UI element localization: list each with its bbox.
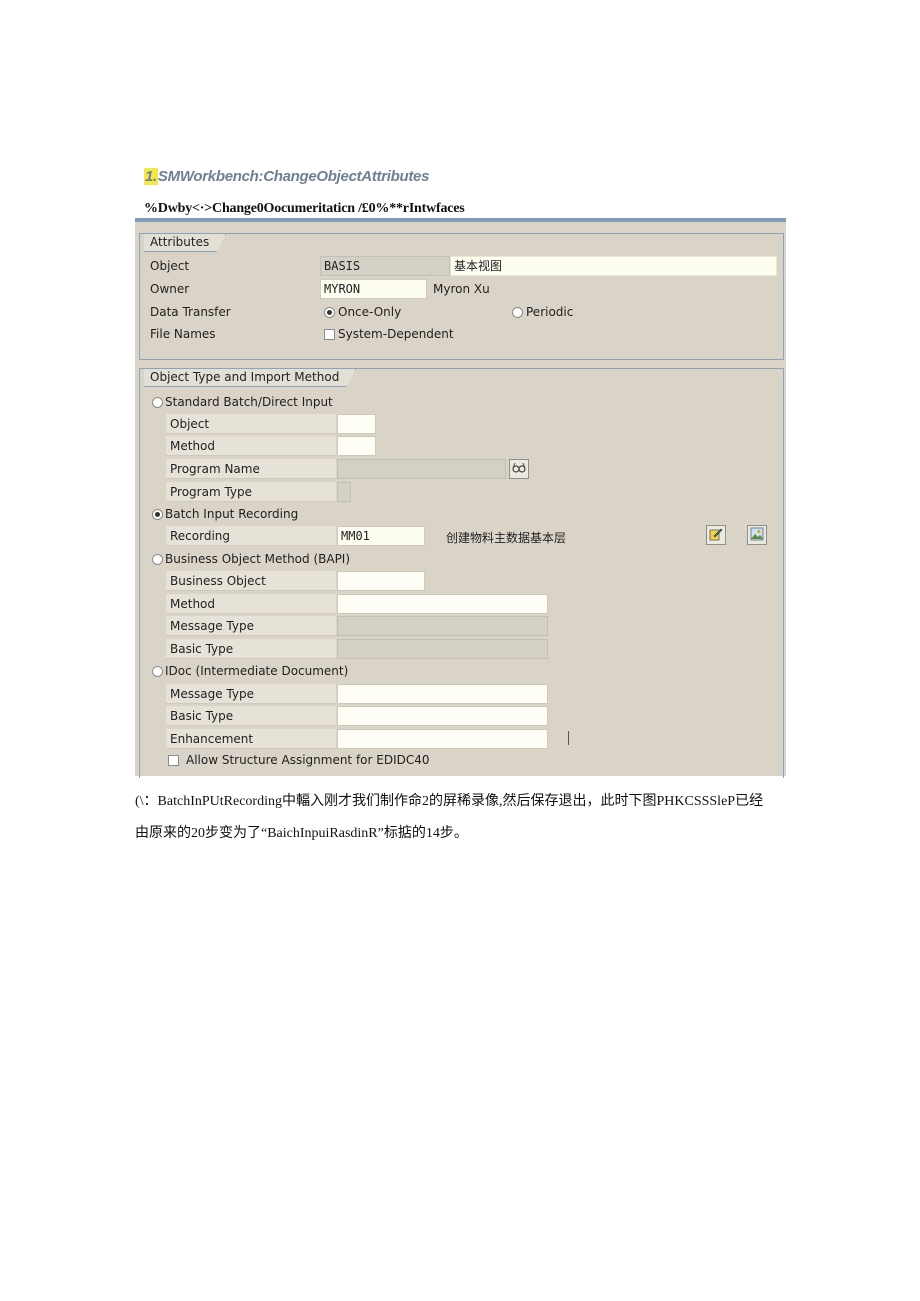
bapi-business-object-label: Business Object xyxy=(166,571,336,591)
glasses-icon xyxy=(512,462,526,477)
bapi-basic-type-field[interactable] xyxy=(337,639,548,659)
text-cursor xyxy=(568,731,569,745)
idoc-radio[interactable] xyxy=(152,666,163,677)
heading-number: 1. xyxy=(144,168,158,185)
file-names-label: File Names xyxy=(150,327,216,341)
batch-input-recording-radio[interactable] xyxy=(152,509,163,520)
object-description-field: 基本视图 xyxy=(450,256,777,276)
idoc-message-type-field[interactable] xyxy=(337,684,548,704)
object-type-group: Object Type and Import Method Standard B… xyxy=(139,368,784,778)
system-dependent-label: System-Dependent xyxy=(338,327,454,341)
object-label: Object xyxy=(150,259,190,273)
recording-field[interactable]: MM01 xyxy=(337,526,425,546)
attributes-group: Attributes Object BASIS 基本视图 Owner MYRON… xyxy=(139,233,784,360)
picture-icon xyxy=(750,527,764,544)
allow-structure-checkbox[interactable] xyxy=(168,755,179,766)
idoc-message-type-label: Message Type xyxy=(166,684,336,704)
bapi-method-label: Method xyxy=(166,594,336,614)
periodic-radio[interactable] xyxy=(512,307,523,318)
idoc-basic-type-field[interactable] xyxy=(337,706,548,726)
sb-program-name-field[interactable] xyxy=(337,459,506,479)
owner-field[interactable]: MYRON xyxy=(320,279,427,299)
allow-structure-label: Allow Structure Assignment for EDIDC40 xyxy=(186,753,430,767)
screen-caption: %Dwby<·>Change0Oocumeritaticn /£0%**rInt… xyxy=(144,201,465,216)
standard-batch-label: Standard Batch/Direct Input xyxy=(165,395,333,409)
recording-description: 创建物料主数据基本层 xyxy=(446,531,567,545)
object-field[interactable]: BASIS xyxy=(320,256,450,276)
footer-line-1: (\：BatchInPUtRecording中輻入刚才我们制作命2的屏稀录像,然… xyxy=(135,794,764,809)
bapi-label: Business Object Method (BAPI) xyxy=(165,552,351,566)
bapi-business-object-field[interactable] xyxy=(337,571,425,591)
pencil-arrow-icon xyxy=(709,527,723,544)
idoc-label: IDoc (Intermediate Document) xyxy=(165,664,349,678)
idoc-enhancement-label: Enhancement xyxy=(166,729,336,749)
once-only-radio[interactable] xyxy=(324,307,335,318)
system-dependent-checkbox[interactable] xyxy=(324,329,335,340)
footer-line-2: 由原来的20步变为了“BaichInpuiRasdinR”标掂的14步。 xyxy=(135,826,468,841)
standard-batch-radio[interactable] xyxy=(152,397,163,408)
heading-text: SMWorkbench:ChangeObjectAttributes xyxy=(157,168,430,185)
bapi-method-field[interactable] xyxy=(337,594,548,614)
bapi-basic-type-label: Basic Type xyxy=(166,639,336,659)
sb-program-type-field[interactable] xyxy=(337,482,351,502)
sap-screen: Attributes Object BASIS 基本视图 Owner MYRON… xyxy=(135,218,786,778)
edit-recording-button[interactable] xyxy=(706,525,726,545)
sb-method-field[interactable] xyxy=(337,436,376,456)
idoc-enhancement-field[interactable] xyxy=(337,729,548,749)
sb-object-field[interactable] xyxy=(337,414,376,434)
object-type-group-title: Object Type and Import Method xyxy=(144,369,356,387)
sb-program-type-label: Program Type xyxy=(166,482,336,502)
bapi-message-type-label: Message Type xyxy=(166,616,336,636)
recording-overview-button[interactable] xyxy=(747,525,767,545)
sb-method-label: Method xyxy=(166,436,336,456)
sb-program-name-label: Program Name xyxy=(166,459,336,479)
once-only-label: Once-Only xyxy=(338,305,402,319)
recording-label: Recording xyxy=(166,526,336,546)
periodic-label: Periodic xyxy=(526,305,574,319)
display-program-button[interactable] xyxy=(509,459,529,479)
attributes-group-title: Attributes xyxy=(144,234,226,252)
bapi-radio[interactable] xyxy=(152,554,163,565)
batch-input-recording-label: Batch Input Recording xyxy=(165,507,299,521)
section-heading: 1.SMWorkbench:ChangeObjectAttributes xyxy=(144,168,429,185)
owner-name: Myron Xu xyxy=(433,282,490,296)
sb-object-label: Object xyxy=(166,414,336,434)
idoc-basic-type-label: Basic Type xyxy=(166,706,336,726)
data-transfer-label: Data Transfer xyxy=(150,305,231,319)
owner-label: Owner xyxy=(150,282,190,296)
bapi-message-type-field[interactable] xyxy=(337,616,548,636)
